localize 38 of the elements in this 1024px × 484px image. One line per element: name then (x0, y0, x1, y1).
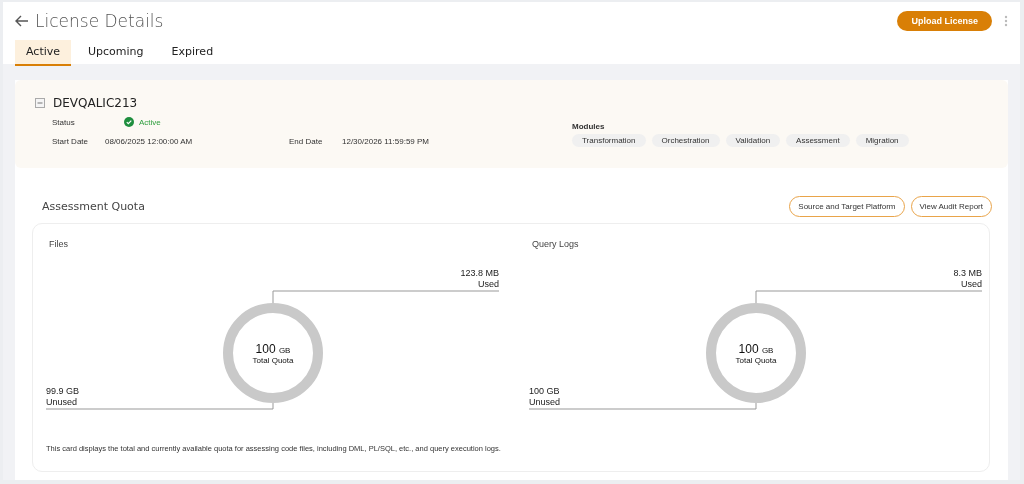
field-value: 08/06/2025 12:00:00 AM (105, 136, 194, 146)
field-label: Status (52, 117, 76, 127)
outline-button[interactable]: Source and Target Platform (789, 196, 905, 217)
total-label: Total Quota (252, 355, 294, 365)
field-label: End Date (289, 136, 324, 146)
total-label: Total Quota (735, 355, 777, 365)
collapse-icon[interactable] (35, 98, 45, 108)
total-value: 100 GB (738, 341, 774, 356)
module-chip: Migration (855, 134, 909, 147)
unused-label: Unused (46, 397, 78, 408)
modules-label: Modules (572, 122, 606, 131)
module-chip: Transformation (572, 134, 646, 147)
outline-button[interactable]: View Audit Report (910, 196, 992, 217)
tab[interactable]: Upcoming (77, 40, 155, 66)
module-chip: Orchestration (651, 134, 720, 147)
used-value: 8.3 MB (953, 268, 982, 279)
used-label: Used (478, 279, 499, 290)
unused-label: Unused (529, 397, 561, 408)
total-value: 100 GB (255, 341, 291, 356)
used-label: Used (961, 279, 982, 290)
status-value: Active (139, 117, 161, 127)
chart-title: Query Logs (532, 239, 579, 249)
page-title: License Details (35, 11, 164, 31)
tab[interactable]: Active (15, 40, 72, 66)
check-circle-icon (124, 117, 134, 127)
tab[interactable]: Expired (160, 40, 225, 66)
more-options-icon[interactable] (1004, 15, 1008, 27)
module-chip: Assessment (786, 134, 850, 147)
used-value: 123.8 MB (460, 268, 499, 279)
section-title: Assessment Quota (42, 200, 145, 213)
unused-value: 99.9 GB (46, 386, 80, 397)
field-value: 12/30/2026 11:59:59 PM (342, 136, 430, 146)
license-name: DEVQALIC213 (53, 96, 138, 110)
back-arrow-icon[interactable] (15, 15, 29, 27)
module-chip: Validation (725, 134, 781, 147)
field-label: Start Date (52, 136, 89, 146)
unused-value: 100 GB (529, 386, 560, 397)
chart-title: Files (49, 239, 68, 249)
